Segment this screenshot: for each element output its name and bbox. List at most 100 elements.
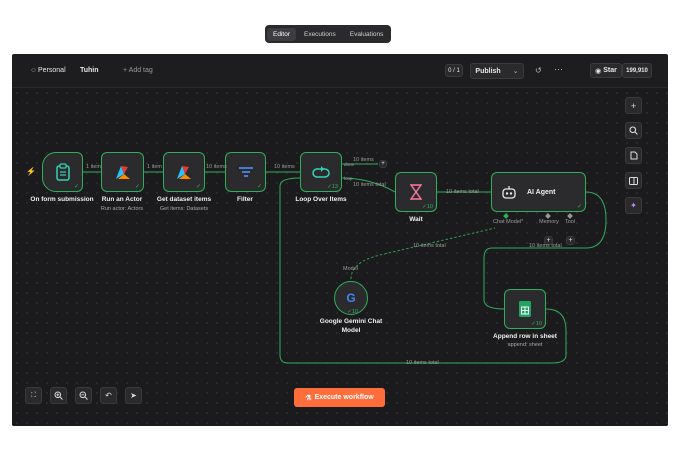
node-label-gemini-line1: Google Gemini Chat: [319, 318, 383, 325]
edge-label-loop-total: 10 items total: [353, 182, 386, 188]
publish-button[interactable]: Publish ⌄: [470, 63, 524, 79]
node-label-loop: Loop Over Items: [295, 196, 347, 203]
node-label-agent: AI Agent: [527, 188, 556, 196]
node-on-form-submission[interactable]: ✓: [42, 152, 83, 192]
ai-assistant-button[interactable]: ✦: [625, 197, 642, 214]
success-check-icon: ✓: [576, 204, 582, 210]
node-wait[interactable]: ✓10: [395, 172, 437, 212]
edge-label-filter-loop: 10 items: [274, 164, 295, 170]
fit-view-icon: ⛶: [31, 391, 36, 399]
execute-label: Execute workflow: [314, 394, 374, 401]
loop-count-badge: ✓13: [327, 184, 338, 190]
cursor-icon: ➤: [130, 391, 137, 400]
edge-label-done: done: [344, 162, 355, 167]
node-label-dataset: Get dataset items: [156, 196, 212, 203]
edge-label-dataset-filter: 10 items: [206, 164, 227, 170]
node-label-filter: Filter: [237, 196, 253, 203]
github-star-button[interactable]: ◉ Star: [590, 63, 622, 78]
edge-label-wait-agent: 10 items total: [446, 189, 479, 195]
edge-label-agent-sheet: 10 items total: [529, 243, 562, 249]
apify-icon: [115, 166, 130, 179]
success-check-icon: ✓: [134, 184, 140, 190]
add-tool-button[interactable]: +: [566, 236, 575, 245]
node-append-row-in-sheet[interactable]: ✓10: [504, 289, 546, 329]
node-label-wait: Wait: [409, 216, 423, 223]
tab-editor[interactable]: Editor: [267, 27, 296, 41]
node-label-gemini-line2: Model: [341, 327, 361, 334]
apify-icon: [177, 166, 191, 179]
node-ai-agent[interactable]: AI Agent ✓: [491, 172, 586, 212]
execute-workflow-button[interactable]: ⚗ Execute workflow: [294, 388, 385, 407]
zoom-out-button[interactable]: [75, 387, 92, 404]
note-icon: [630, 151, 637, 160]
zoom-out-icon: [79, 391, 88, 400]
node-run-an-actor[interactable]: ✓: [101, 152, 144, 192]
node-label-actor: Run an Actor: [101, 196, 143, 203]
zoom-in-button[interactable]: [50, 387, 67, 404]
google-icon: G: [346, 291, 356, 305]
workflow-canvas[interactable]: [12, 88, 668, 426]
edge-label-gemini-agent: 10 items total: [413, 243, 446, 249]
gemini-port-label: Model: [343, 266, 358, 272]
node-get-dataset-items[interactable]: ✓: [163, 152, 205, 192]
node-label-form: On form submission: [30, 196, 94, 203]
edge-label-loop-done-count: 10 items: [353, 157, 374, 163]
panel-icon: [629, 176, 638, 185]
node-sub-dataset: Get items: Datasets: [159, 206, 209, 212]
node-label-sheet: Append row in sheet: [493, 333, 557, 340]
loop-icon: [312, 166, 330, 178]
github-icon: ◉: [595, 67, 602, 75]
node-loop-over-items[interactable]: ✓13: [300, 152, 342, 192]
user-icon: ☺: [30, 67, 38, 74]
edge-label-sheet-loop: 10 items total: [406, 360, 439, 366]
gemini-count-badge: ✓10: [347, 309, 358, 315]
workflow-name[interactable]: Tuhin: [80, 67, 99, 74]
node-sub-actor: Run actor: Actors: [100, 206, 144, 212]
edge-label-actor-dataset: 1 item: [147, 164, 162, 170]
zoom-in-icon: [54, 391, 63, 400]
wait-count-badge: ✓10: [422, 204, 433, 210]
github-star-label: Star: [603, 67, 617, 74]
robot-icon: [502, 186, 516, 199]
view-tabs: Editor Executions Evaluations: [265, 25, 392, 43]
node-sub-sheet: append: sheet: [507, 342, 543, 348]
edge-label-form-actor: 1 item: [86, 164, 101, 170]
undo-button[interactable]: ↶: [100, 387, 117, 404]
edge-label-loop: loop: [344, 176, 353, 181]
filter-icon: [238, 167, 253, 177]
success-check-icon: ✓: [256, 184, 262, 190]
sheets-icon: [519, 301, 531, 317]
success-check-icon: ✓: [73, 184, 79, 190]
search-nodes-button[interactable]: [625, 122, 642, 139]
port-label-memory: Memory: [539, 219, 559, 225]
port-label-tool: Tool: [565, 219, 576, 225]
success-check-icon: ✓: [195, 184, 201, 190]
tab-executions[interactable]: Executions: [298, 28, 342, 41]
history-icon[interactable]: ↺: [535, 66, 542, 75]
node-google-gemini-chat-model[interactable]: G ✓10: [334, 281, 368, 315]
sheet-count-badge: ✓10: [531, 321, 542, 327]
tab-evaluations[interactable]: Evaluations: [344, 28, 390, 41]
chevron-down-icon[interactable]: ⌄: [513, 67, 519, 75]
publish-label: Publish: [475, 67, 501, 75]
more-menu-icon[interactable]: ⋯: [554, 64, 563, 75]
clipboard-icon: [55, 163, 70, 181]
node-filter[interactable]: ✓: [225, 152, 266, 192]
flask-icon: ⚗: [305, 394, 312, 402]
sticky-note-button[interactable]: [625, 147, 642, 164]
add-node-button[interactable]: +: [625, 97, 642, 114]
star-count: 199,910: [622, 63, 652, 78]
port-label-chat-model: Chat Model*: [493, 219, 524, 225]
plus-icon: +: [630, 100, 637, 111]
fit-view-button[interactable]: ⛶: [25, 387, 42, 404]
undo-icon: ↶: [105, 391, 112, 400]
breadcrumb-parent[interactable]: Personal: [38, 67, 66, 74]
toggle-panel-button[interactable]: [625, 172, 642, 189]
version-counter[interactable]: 0 / 1: [445, 64, 463, 77]
add-tag-button[interactable]: + Add tag: [123, 67, 153, 74]
search-icon: [629, 126, 638, 135]
add-after-done-button[interactable]: +: [379, 160, 387, 168]
select-tool-button[interactable]: ➤: [125, 387, 142, 404]
trigger-bolt-icon: ⚡: [26, 167, 36, 176]
top-bar: ☺ Personal Tuhin + Add tag 0 / 1 Publish…: [12, 54, 668, 88]
